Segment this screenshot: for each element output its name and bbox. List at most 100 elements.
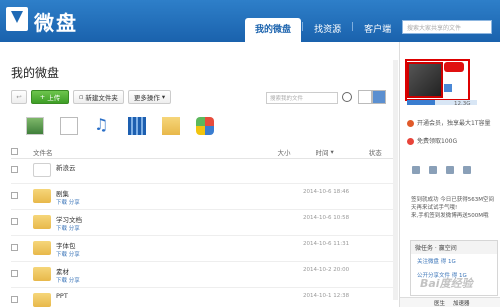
plus-icon: + — [39, 93, 46, 101]
document-type-icon[interactable] — [60, 117, 78, 135]
status-footer: 医生 加速器 — [400, 297, 500, 307]
row-checkbox[interactable] — [11, 192, 18, 199]
gear-icon[interactable] — [412, 166, 420, 174]
col-status[interactable]: 状态 — [369, 147, 382, 157]
file-row[interactable]: 剧集 下载 分享 2014-10-6 18:46 — [11, 186, 393, 210]
folder-type-icon[interactable] — [162, 117, 180, 135]
folder-icon — [33, 215, 51, 229]
file-date: 2014-10-6 11:31 — [303, 241, 350, 247]
file-name[interactable]: PPT — [56, 292, 68, 300]
file-name[interactable]: 字体包 — [56, 240, 76, 250]
weibo-tasks-title: 微任务 · 赢空间 — [411, 241, 497, 254]
checkin-message: 签到就成功 今日已获得563M空间 天再来试试手气哦! 来,手机签到发微博再送5… — [411, 196, 499, 220]
sort-down-icon: ▾ — [330, 147, 334, 156]
file-name[interactable]: 剧集 — [56, 188, 69, 198]
col-size[interactable]: 大小 — [278, 147, 291, 157]
app-logo-text[interactable]: 微盘 — [34, 7, 78, 36]
row-checkbox[interactable] — [11, 270, 18, 277]
row-checkbox[interactable] — [11, 296, 18, 303]
vip-link-text: 开通会员，独享最大1T容量 — [417, 120, 491, 127]
file-row[interactable]: 字体包 下载 分享 2014-10-6 11:31 — [11, 238, 393, 262]
file-date: 2014-10-6 18:46 — [303, 189, 350, 195]
sidebar-tools — [412, 166, 471, 174]
file-date: 2014-10-1 12:38 — [303, 293, 350, 299]
checkin-line-1: 签到就成功 今日已获得563M空间 — [411, 197, 494, 203]
col-time[interactable]: 时间 — [316, 147, 329, 157]
video-type-icon[interactable] — [128, 117, 146, 135]
file-toolbar: ↩ + 上传 ▫ 新建文件夹 更多操作 ▾ — [11, 90, 172, 104]
back-button[interactable]: ↩ — [11, 90, 27, 104]
file-row[interactable]: PPT 2014-10-1 12:38 — [11, 290, 393, 307]
checkin-line-2: 天再来试试手气哦! — [411, 205, 458, 211]
footer-accelerator[interactable]: 加速器 — [453, 299, 470, 307]
share-icon[interactable] — [463, 166, 471, 174]
file-actions[interactable]: 下载 分享 — [56, 224, 80, 232]
new-folder-label: 新建文件夹 — [85, 94, 118, 102]
file-search-input[interactable]: 搜索我的文件 — [266, 92, 338, 104]
search-icon[interactable] — [342, 92, 352, 102]
folder-icon — [33, 189, 51, 203]
cloud-folder-icon — [33, 163, 51, 177]
folder-icon — [33, 267, 51, 281]
file-row[interactable]: 新浪云 — [11, 160, 393, 184]
main-nav: 我的微盘 | 找资源 | 客户端 — [245, 18, 401, 42]
checkin-line-3: 来,手机签到发微博再送500M哦 — [411, 213, 489, 219]
file-date: 2014-10-6 10:58 — [303, 215, 350, 221]
global-search-input[interactable]: 搜索大家共享的文件 — [402, 20, 492, 34]
file-date: 2014-10-2 20:00 — [303, 267, 350, 273]
row-checkbox[interactable] — [11, 244, 18, 251]
free-space-text: 免费领取100G — [417, 138, 458, 145]
redaction-mark — [444, 62, 464, 72]
weipan-logo-icon[interactable] — [6, 7, 28, 31]
file-name[interactable]: 新浪云 — [56, 162, 76, 172]
row-checkbox[interactable] — [11, 166, 18, 173]
file-list-scrollbar[interactable] — [393, 60, 398, 300]
quota-text: 12.3G — [454, 101, 471, 107]
file-actions[interactable]: 下载 分享 — [56, 198, 80, 206]
new-folder-button[interactable]: ▫ 新建文件夹 — [73, 90, 124, 104]
page-title: 我的微盘 — [11, 66, 60, 80]
image-type-icon[interactable] — [26, 117, 44, 135]
file-list-header: 文件名 大小 时间 ▾ 状态 — [11, 145, 393, 159]
nav-my-weipan[interactable]: 我的微盘 — [245, 18, 302, 42]
home-icon[interactable] — [444, 84, 452, 92]
file-row[interactable]: 素材 下载 分享 2014-10-2 20:00 — [11, 264, 393, 288]
vip-icon — [407, 120, 414, 127]
music-type-icon[interactable]: ♫ — [94, 117, 112, 135]
file-type-filters: ♫ — [26, 117, 214, 135]
arrow-left-icon: ↩ — [16, 93, 22, 101]
vip-link[interactable]: 开通会员，独享最大1T容量 — [407, 118, 490, 127]
file-name[interactable]: 学习文档 — [56, 214, 82, 224]
nav-find-resources[interactable]: 找资源 — [304, 18, 351, 42]
upload-button[interactable]: + 上传 — [31, 90, 69, 104]
upload-label: 上传 — [47, 94, 61, 102]
file-actions[interactable]: 下载 分享 — [56, 276, 80, 284]
task-follow[interactable]: 关注微盘 得 1G — [411, 254, 497, 268]
trash-icon[interactable] — [429, 166, 437, 174]
baidu-watermark: Bai度经验 — [420, 277, 473, 290]
folder-icon — [33, 241, 51, 255]
file-name[interactable]: 素材 — [56, 266, 69, 276]
more-ops-label: 更多操作 — [133, 94, 160, 102]
folder-icon — [33, 293, 51, 307]
file-row[interactable]: 学习文档 下载 分享 2014-10-6 10:58 — [11, 212, 393, 236]
col-name[interactable]: 文件名 — [33, 147, 53, 157]
gift-icon — [407, 138, 414, 145]
chevron-down-icon: ▾ — [161, 93, 166, 101]
view-toggle — [358, 90, 386, 104]
footer-doctor[interactable]: 医生 — [434, 299, 445, 307]
top-navbar: 微盘 我的微盘 | 找资源 | 客户端 搜索大家共享的文件 — [0, 0, 500, 42]
file-actions[interactable]: 下载 分享 — [56, 250, 80, 258]
flag-icon[interactable] — [446, 166, 454, 174]
free-space-link[interactable]: 免费领取100G — [407, 136, 457, 145]
list-view-button[interactable] — [358, 90, 372, 104]
select-all-checkbox[interactable] — [11, 148, 18, 155]
apps-type-icon[interactable] — [196, 117, 214, 135]
nav-client[interactable]: 客户端 — [354, 18, 401, 42]
more-ops-button[interactable]: 更多操作 ▾ — [127, 90, 172, 104]
quota-fill — [407, 100, 435, 105]
sidebar-divider — [399, 42, 400, 307]
row-checkbox[interactable] — [11, 218, 18, 225]
folder-plus-icon: ▫ — [79, 93, 84, 101]
grid-view-button[interactable] — [372, 90, 386, 104]
